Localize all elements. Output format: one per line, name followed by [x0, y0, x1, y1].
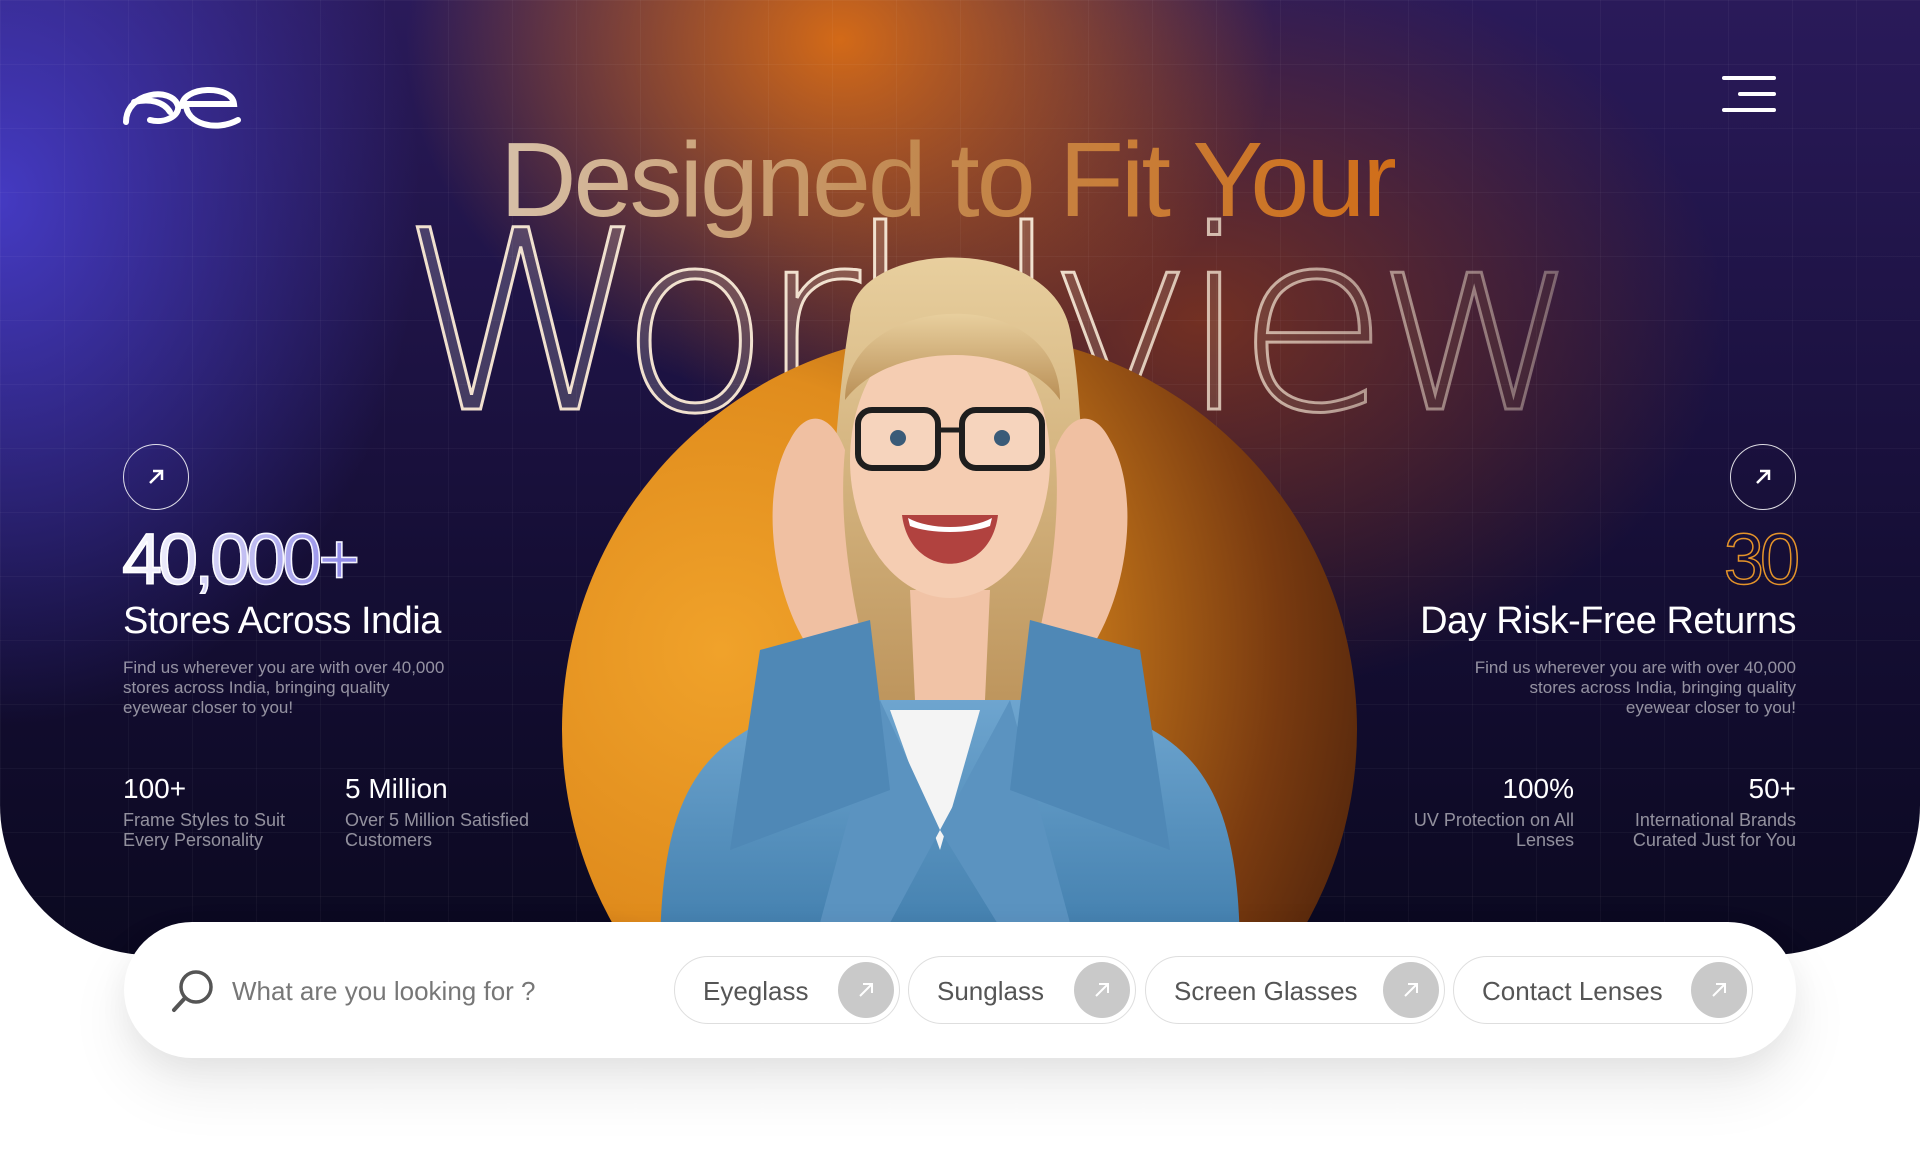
right-stat-number: 30: [1723, 520, 1801, 600]
page: Designed to Fit Your Worldview Worldview: [0, 0, 1920, 1163]
left-stat-arrow-button[interactable]: [123, 444, 189, 510]
arrow-up-right-icon: [838, 962, 894, 1018]
chip-screen-glasses[interactable]: Screen Glasses: [1145, 956, 1445, 1024]
menu-icon[interactable]: [1716, 76, 1776, 116]
left-mini-caption-2: Over 5 Million Satisfied Customers: [345, 810, 530, 850]
model-photo: [660, 257, 1240, 955]
left-mini-value-2: 5 Million: [345, 773, 448, 804]
right-stat-arrow-button[interactable]: [1730, 444, 1796, 510]
logo-icon[interactable]: [120, 72, 244, 134]
right-mini-value-1: 100%: [1502, 773, 1574, 804]
right-stat-description: Find us wherever you are with over 40,00…: [1474, 658, 1796, 717]
left-stat-description: Find us wherever you are with over 40,00…: [123, 658, 445, 717]
right-mini-caption-2: International Brands Curated Just for Yo…: [1632, 810, 1796, 850]
search-icon[interactable]: [170, 968, 216, 1014]
chip-label: Screen Glasses: [1174, 976, 1358, 1006]
arrow-up-right-icon: [1383, 962, 1439, 1018]
chip-label: Eyeglass: [703, 976, 809, 1006]
left-stat-title: Stores Across India: [123, 600, 441, 642]
right-mini-caption-1: UV Protection on All Lenses: [1413, 810, 1574, 850]
right-mini-value-2: 50+: [1748, 773, 1797, 804]
arrow-up-right-icon: [1691, 962, 1747, 1018]
chip-sunglass[interactable]: Sunglass: [908, 956, 1136, 1024]
left-mini-value-1: 100+: [123, 773, 187, 804]
left-mini-caption-1: Frame Styles to Suit Every Personality: [123, 810, 286, 850]
arrow-up-right-icon: [1074, 962, 1130, 1018]
arrow-up-right-icon: [1756, 469, 1771, 484]
chip-contact-lenses[interactable]: Contact Lenses: [1453, 956, 1753, 1024]
chip-eyeglass[interactable]: Eyeglass: [674, 956, 900, 1024]
search-input[interactable]: [232, 966, 652, 1016]
right-stat-title: Day Risk-Free Returns: [1420, 600, 1796, 642]
left-stat-number: 40,000+: [121, 520, 361, 600]
hero-section: Designed to Fit Your Worldview Worldview: [0, 0, 1920, 955]
chip-label: Contact Lenses: [1482, 976, 1663, 1006]
arrow-up-right-icon: [149, 469, 164, 484]
chip-label: Sunglass: [937, 976, 1044, 1006]
